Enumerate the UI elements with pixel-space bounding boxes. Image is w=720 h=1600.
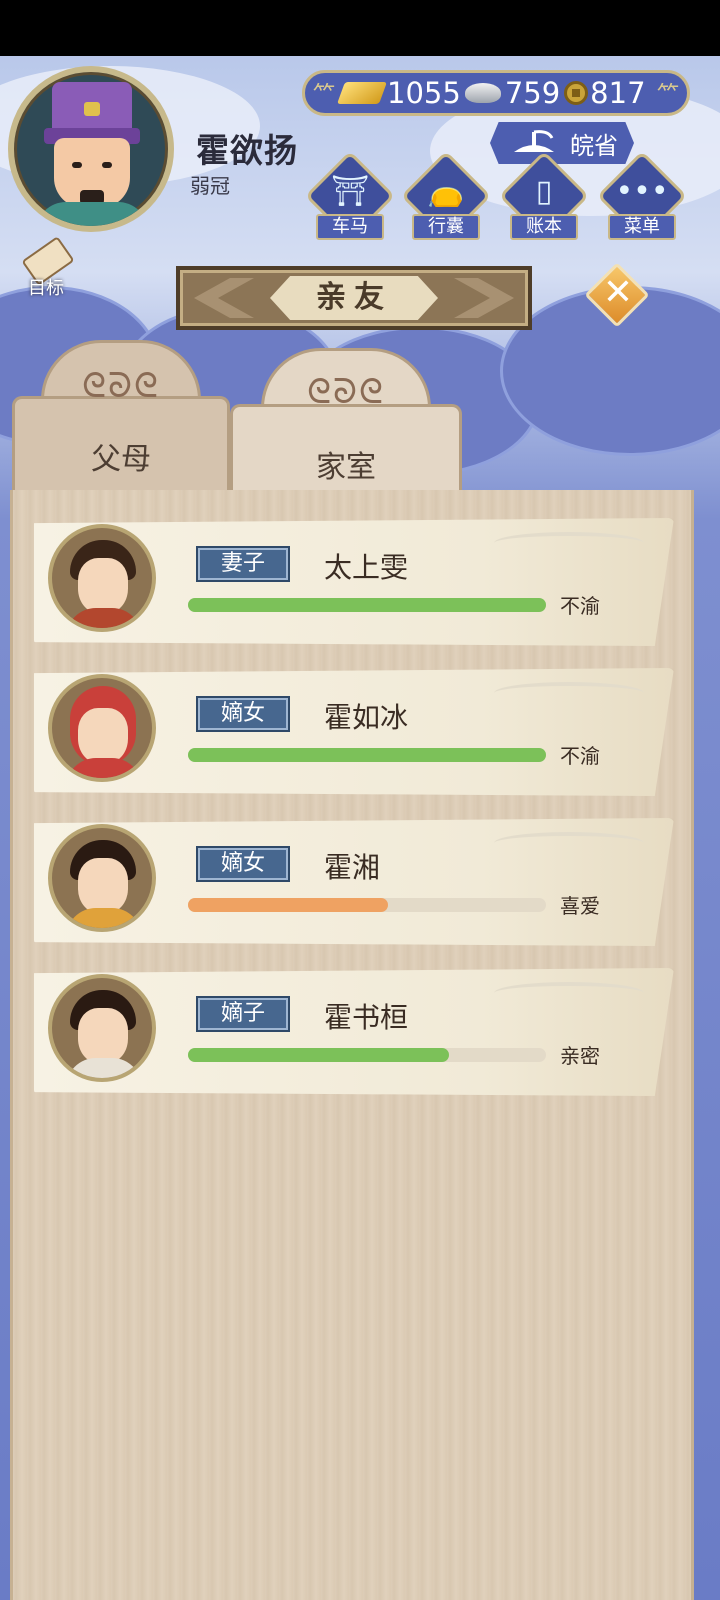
member-mood: 喜爱: [560, 894, 600, 918]
silver-ingot-icon: [464, 83, 501, 103]
gold-ingot-icon: [336, 82, 388, 104]
copper-coin-icon: [564, 81, 589, 105]
tab-household-label: 家室: [316, 450, 376, 485]
bamboo-left-icon: ⺮: [313, 83, 336, 108]
member-mood: 亲密: [560, 1044, 600, 1068]
member-mood: 不渝: [560, 744, 600, 768]
affection-bar: [188, 1048, 546, 1062]
member-role-tag: 嫡女: [196, 696, 290, 732]
ledger-button[interactable]: ▯ 账本: [498, 150, 590, 248]
affection-bar: [188, 598, 546, 612]
cloud-swirl-icon: ᘓᘐᘓ: [82, 366, 160, 406]
bag-label: 行囊: [412, 214, 480, 240]
bag-button[interactable]: 👝 行囊: [400, 150, 492, 248]
title-banner: 亲友: [176, 266, 532, 330]
carriage-button[interactable]: ⛩ 车马: [304, 150, 396, 248]
carriage-label: 车马: [316, 214, 384, 240]
carriage-icon: ⛩: [330, 174, 370, 209]
member-portrait: [48, 824, 156, 932]
tab-parents-label: 父母: [91, 442, 151, 477]
bag-icon: 👝: [427, 174, 465, 209]
gold-amount: 1055: [387, 76, 461, 110]
region-label: 皖省: [570, 131, 618, 160]
close-icon: ✕: [602, 272, 634, 313]
member-name: 霍湘: [324, 851, 381, 884]
bamboo-right-icon: ⺮: [656, 83, 679, 108]
player-name: 霍欲扬: [196, 131, 298, 170]
member-role-tag: 妻子: [196, 546, 290, 582]
family-member-row[interactable]: 嫡子 霍书桓 亲密: [34, 968, 674, 1096]
member-name: 太上雯: [324, 551, 409, 584]
coin-amount: 817: [590, 76, 646, 110]
member-role-tag: 嫡女: [196, 846, 290, 882]
menu-label: 菜单: [608, 214, 676, 240]
member-role-tag: 嫡子: [196, 996, 290, 1032]
affection-bar: [188, 898, 546, 912]
player-avatar[interactable]: [8, 66, 174, 232]
ledger-icon: ▯: [535, 174, 553, 209]
status-bar: [0, 0, 720, 56]
page-title: 亲友: [270, 276, 438, 320]
more-icon: •••: [615, 174, 669, 209]
member-portrait: [48, 974, 156, 1082]
member-portrait: [48, 524, 156, 632]
cloud-swirl-icon: ᘓᘐᘓ: [307, 372, 385, 412]
member-name: 霍如冰: [324, 701, 409, 734]
goal-label: 目标: [28, 278, 64, 299]
tab-household[interactable]: ᘓᘐᘓ 家室: [230, 348, 462, 494]
family-member-row[interactable]: 妻子 太上雯 不渝: [34, 518, 674, 646]
region-button[interactable]: 皖省: [490, 122, 634, 164]
menu-button[interactable]: ••• 菜单: [596, 150, 688, 248]
resource-bar: ⺮ 1055 759 817 ⺮: [302, 70, 690, 116]
player-title: 弱冠: [190, 174, 230, 198]
scale-icon: [514, 130, 554, 152]
member-name: 霍书桓: [324, 1001, 409, 1034]
member-mood: 不渝: [560, 594, 600, 618]
family-member-row[interactable]: 嫡女 霍如冰 不渝: [34, 668, 674, 796]
silver-amount: 759: [504, 76, 561, 110]
member-portrait: [48, 674, 156, 782]
ledger-label: 账本: [510, 214, 578, 240]
family-member-row[interactable]: 嫡女 霍湘 喜爱: [34, 818, 674, 946]
affection-bar: [188, 748, 546, 762]
tab-parents[interactable]: ᘓᘐᘓ 父母: [12, 340, 230, 492]
close-button[interactable]: ✕: [584, 262, 650, 328]
goal-button[interactable]: 目标: [12, 236, 82, 304]
